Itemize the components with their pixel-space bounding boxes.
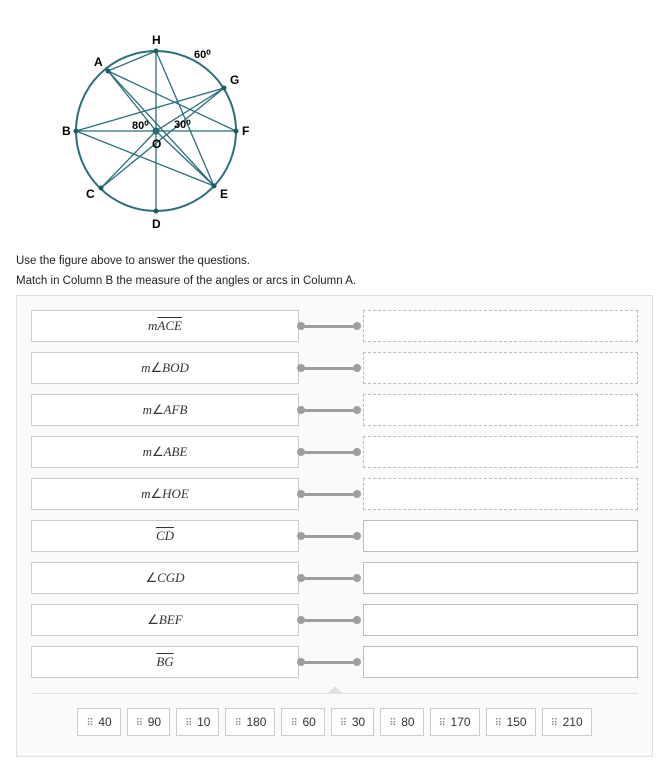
answer-tile[interactable]: 180 — [225, 708, 275, 736]
tile-value: 170 — [451, 715, 471, 729]
connector-icon — [299, 363, 359, 373]
column-a-prompt: m∠AFB — [31, 394, 299, 426]
tile-value: 150 — [507, 715, 527, 729]
connector-icon — [299, 489, 359, 499]
answer-tile[interactable]: 60 — [281, 708, 324, 736]
instruction-1: Use the figure above to answer the quest… — [16, 255, 653, 267]
answer-tile[interactable]: 150 — [486, 708, 536, 736]
tile-value: 180 — [246, 715, 266, 729]
label-O: O — [152, 137, 161, 151]
label-A: A — [94, 55, 103, 69]
drag-grip-icon — [439, 715, 445, 729]
connector-icon — [299, 321, 359, 331]
tile-value: 10 — [197, 715, 210, 729]
match-row: CD — [31, 520, 638, 552]
drag-grip-icon — [495, 715, 501, 729]
drag-grip-icon — [86, 715, 92, 729]
tile-value: 60 — [302, 715, 315, 729]
tile-value: 210 — [563, 715, 583, 729]
label-B: B — [62, 124, 71, 138]
column-a-prompt: CD — [31, 520, 299, 552]
column-a-prompt: BG — [31, 646, 299, 678]
tile-value: 90 — [148, 715, 161, 729]
answer-tile[interactable]: 30 — [331, 708, 374, 736]
answer-tile[interactable]: 90 — [127, 708, 170, 736]
angle-80: 80⁰ — [132, 120, 149, 132]
tile-value: 40 — [98, 715, 111, 729]
drag-grip-icon — [290, 715, 296, 729]
drop-zone[interactable] — [363, 520, 638, 552]
connector-icon — [299, 405, 359, 415]
connector-icon — [299, 657, 359, 667]
label-D: D — [152, 217, 161, 231]
answer-tile[interactable]: 170 — [430, 708, 480, 736]
answer-tile[interactable]: 40 — [77, 708, 120, 736]
connector-icon — [299, 573, 359, 583]
drop-zone[interactable] — [363, 478, 638, 510]
match-row: m∠HOE — [31, 478, 638, 510]
answer-tile[interactable]: 80 — [380, 708, 423, 736]
drop-zone[interactable] — [363, 394, 638, 426]
drop-zone[interactable] — [363, 436, 638, 468]
column-a-prompt: ∠BEF — [31, 604, 299, 636]
match-row: m∠ABE — [31, 436, 638, 468]
match-row: BG — [31, 646, 638, 678]
instruction-2: Match in Column B the measure of the ang… — [16, 275, 653, 287]
answer-tile[interactable]: 10 — [176, 708, 219, 736]
match-row: ∠CGD — [31, 562, 638, 594]
column-a-prompt: m∠BOD — [31, 352, 299, 384]
geometry-figure: H A B C D E F G O 60⁰ 80⁰ 30⁰ — [46, 16, 653, 239]
angle-60: 60⁰ — [194, 49, 211, 61]
match-row: m∠AFB — [31, 394, 638, 426]
match-row: mACE — [31, 310, 638, 342]
drop-zone[interactable] — [363, 310, 638, 342]
connector-icon — [299, 531, 359, 541]
column-a-prompt: ∠CGD — [31, 562, 299, 594]
drag-grip-icon — [389, 715, 395, 729]
label-C: C — [86, 187, 95, 201]
drag-grip-icon — [551, 715, 557, 729]
drop-zone[interactable] — [363, 352, 638, 384]
matching-panel: mACE m∠BOD m∠AFB m∠ABE m∠HOE CD ∠CGD ∠BEF BG 40 9… — [16, 295, 653, 757]
label-G: G — [230, 73, 239, 87]
drag-grip-icon — [234, 715, 240, 729]
angle-30: 30⁰ — [174, 119, 191, 131]
drag-grip-icon — [136, 715, 142, 729]
label-F: F — [242, 124, 249, 138]
drop-zone[interactable] — [363, 646, 638, 678]
tile-value: 30 — [352, 715, 365, 729]
answer-bank: 40 90 10 180 60 30 80 170 150 210 — [31, 693, 638, 736]
match-row: m∠BOD — [31, 352, 638, 384]
match-row: ∠BEF — [31, 604, 638, 636]
column-a-prompt: mACE — [31, 310, 299, 342]
answer-tile[interactable]: 210 — [542, 708, 592, 736]
label-H: H — [152, 33, 161, 47]
column-a-prompt: m∠ABE — [31, 436, 299, 468]
column-a-prompt: m∠HOE — [31, 478, 299, 510]
connector-icon — [299, 615, 359, 625]
tile-value: 80 — [401, 715, 414, 729]
drop-zone[interactable] — [363, 562, 638, 594]
connector-icon — [299, 447, 359, 457]
drop-zone[interactable] — [363, 604, 638, 636]
drag-grip-icon — [340, 715, 346, 729]
drag-grip-icon — [185, 715, 191, 729]
label-E: E — [220, 187, 228, 201]
